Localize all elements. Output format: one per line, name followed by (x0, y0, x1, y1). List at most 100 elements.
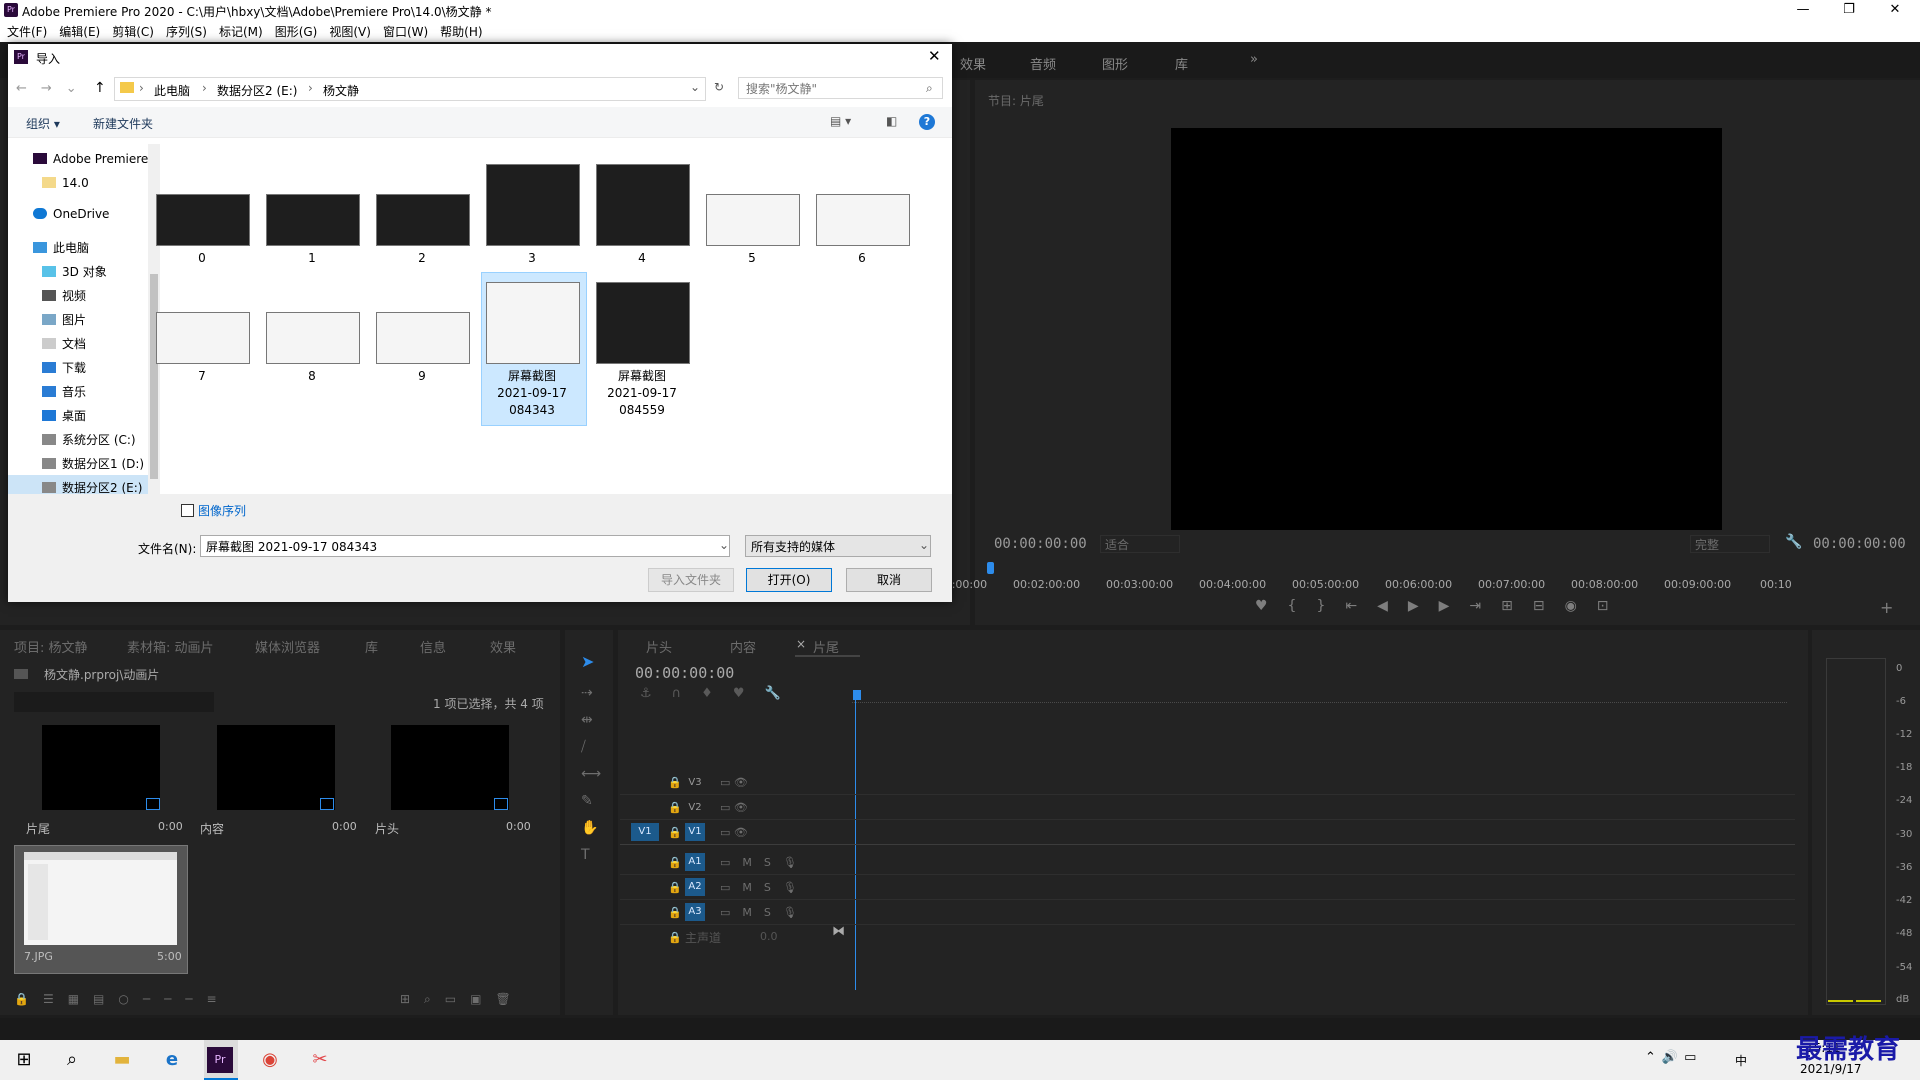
project-bottom-toolbar[interactable]: 🔒☰▦▤○───≡ (14, 992, 231, 1006)
wrench-icon[interactable]: 🔧 (1785, 534, 1802, 550)
nav-adobe-premiere[interactable]: Adobe Premiere (33, 152, 148, 166)
sync-icon[interactable]: ▭ 👁 (720, 826, 748, 839)
chrome-icon[interactable]: ◉ (256, 1046, 284, 1074)
source-patch-v1[interactable]: V1 (631, 823, 659, 841)
tab-bin[interactable]: 素材箱: 动画片 (127, 637, 214, 656)
search-input[interactable]: 搜索"杨文静" (738, 77, 943, 99)
file-thumbnail[interactable] (156, 312, 250, 364)
search-icon[interactable]: ⌕ (58, 1046, 86, 1074)
file-thumbnail[interactable] (486, 282, 580, 364)
quality-dropdown[interactable]: 完整 (1690, 535, 1770, 553)
open-button[interactable]: 打开(O) (746, 568, 832, 592)
clip-thumb-neirong[interactable] (217, 725, 335, 810)
help-icon[interactable]: ? (919, 114, 935, 130)
tool-icons-column[interactable]: ⇢ ⇹ ⧸ ⟷ ✎ ✋ T (581, 680, 601, 869)
program-transport-controls[interactable]: ♥{}⇤◀▶▶⇥⊞⊟◉⊡ (1255, 598, 1629, 614)
project-search-input[interactable] (14, 692, 214, 712)
menu-clip[interactable]: 剪辑(C) (112, 22, 154, 42)
fit-dropdown[interactable]: 适合 (1100, 535, 1180, 553)
nav-3d-objects[interactable]: 3D 对象 (42, 263, 107, 280)
file-thumbnail[interactable] (156, 194, 250, 246)
playhead-marker[interactable] (987, 562, 994, 574)
nav-documents[interactable]: 文档 (42, 335, 86, 352)
view-options-icon[interactable]: ▤ ▾ (830, 114, 851, 128)
menu-view[interactable]: 视图(V) (329, 22, 371, 42)
file-name[interactable]: 屏幕截图 2021-09-17 084343 (477, 368, 587, 419)
tab-info[interactable]: 信息 (420, 637, 446, 656)
tab-effects[interactable]: 效果 (960, 54, 986, 73)
breadcrumb-drive[interactable]: 数据分区2 (E:) (217, 82, 297, 99)
file-thumbnail[interactable] (596, 164, 690, 246)
filetype-dropdown[interactable]: 所有支持的媒体 (745, 535, 931, 557)
menu-edit[interactable]: 编辑(E) (59, 22, 100, 42)
add-button-icon[interactable]: + (1880, 598, 1893, 617)
audio-track-controls[interactable]: ▭MS🎙 (720, 906, 809, 919)
track-label-a2[interactable]: A2 (685, 878, 705, 896)
audio-track-controls[interactable]: ▭MS🎙 (720, 856, 809, 869)
image-sequence-checkbox[interactable] (181, 504, 194, 517)
screenshot-tool-icon[interactable]: ✂ (306, 1046, 334, 1074)
nav-pictures[interactable]: 图片 (42, 311, 86, 328)
track-label-v1[interactable]: V1 (685, 823, 705, 841)
sync-icon[interactable]: ▭ 👁 (720, 776, 748, 789)
file-name[interactable]: 1 (257, 250, 367, 267)
track-label-a1[interactable]: A1 (685, 853, 705, 871)
timeline-toolbar[interactable]: ⚓∩♦♥🔧 (640, 686, 801, 701)
chevron-down-icon[interactable]: ⌄ (919, 538, 929, 552)
tray-icons[interactable]: ⌃🔊▭ (1645, 1050, 1702, 1065)
file-name[interactable]: 3 (477, 250, 587, 267)
tab-project[interactable]: 项目: 杨文静 (14, 637, 88, 656)
lock-icon[interactable]: 🔒 (668, 801, 682, 814)
nav-downloads[interactable]: 下载 (42, 359, 86, 376)
file-name[interactable]: 6 (807, 250, 917, 267)
timeline-tab-neirong[interactable]: 内容 (730, 637, 756, 656)
track-label-v2[interactable]: V2 (685, 799, 705, 817)
chevron-down-icon[interactable]: ⌄ (690, 80, 700, 94)
nav-music[interactable]: 音乐 (42, 383, 86, 400)
refresh-icon[interactable]: ↻ (714, 80, 724, 94)
nav-desktop[interactable]: 桌面 (42, 407, 86, 424)
file-thumbnail[interactable] (706, 194, 800, 246)
selection-tool-icon[interactable]: ➤ (581, 652, 594, 671)
minimize-button[interactable]: — (1780, 0, 1826, 22)
file-thumbnail[interactable] (596, 282, 690, 364)
menu-sequence[interactable]: 序列(S) (166, 22, 207, 42)
menu-file[interactable]: 文件(F) (7, 22, 47, 42)
menu-markers[interactable]: 标记(M) (219, 22, 263, 42)
premiere-taskbar-icon[interactable]: Pr (207, 1047, 233, 1073)
menu-graphics[interactable]: 图形(G) (275, 22, 318, 42)
timeline-playhead-handle[interactable] (853, 690, 861, 700)
nav-videos[interactable]: 视频 (42, 287, 86, 304)
edge-icon[interactable]: e (158, 1046, 186, 1074)
restore-button[interactable]: ❐ (1826, 0, 1872, 22)
master-volume[interactable]: 0.0 (760, 930, 778, 943)
new-folder-button[interactable]: 新建文件夹 (93, 115, 153, 132)
nav-onedrive[interactable]: OneDrive (33, 207, 109, 221)
file-name[interactable]: 7 (147, 368, 257, 385)
file-name[interactable]: 5 (697, 250, 807, 267)
file-name[interactable]: 4 (587, 250, 697, 267)
clip-thumb-piantou[interactable] (391, 725, 509, 810)
timeline-tab-piantou[interactable]: 片头 (646, 637, 672, 656)
import-folder-button[interactable]: 导入文件夹 (648, 568, 734, 592)
tab-media-browser[interactable]: 媒体浏览器 (255, 637, 320, 656)
lock-icon[interactable]: 🔒 (668, 826, 682, 839)
breadcrumb-folder[interactable]: 杨文静 (323, 82, 359, 99)
program-timecode-right[interactable]: 00:00:00:00 (1813, 536, 1906, 552)
track-label-v3[interactable]: V3 (685, 774, 705, 792)
ime-indicator[interactable]: 中 (1735, 1052, 1747, 1069)
nav-drive-d[interactable]: 数据分区1 (D:) (42, 455, 144, 472)
windows-start-icon[interactable]: ⊞ (10, 1046, 38, 1074)
clip-thumb-pianwei[interactable] (42, 725, 160, 810)
file-thumbnail[interactable] (376, 312, 470, 364)
file-explorer-icon[interactable]: ▬ (108, 1046, 136, 1074)
dialog-close-icon[interactable]: ✕ (928, 47, 941, 65)
filename-input[interactable]: 屏幕截图 2021-09-17 084343 (200, 535, 730, 557)
nav-buttons[interactable]: ←→⌄ (16, 81, 91, 96)
file-thumbnail[interactable] (816, 194, 910, 246)
tab-library[interactable]: 库 (365, 637, 378, 656)
menu-window[interactable]: 窗口(W) (383, 22, 428, 42)
audio-track-controls[interactable]: ▭MS🎙 (720, 881, 809, 894)
nav-14-0[interactable]: 14.0 (42, 176, 89, 190)
program-timecode-left[interactable]: 00:00:00:00 (994, 536, 1087, 552)
